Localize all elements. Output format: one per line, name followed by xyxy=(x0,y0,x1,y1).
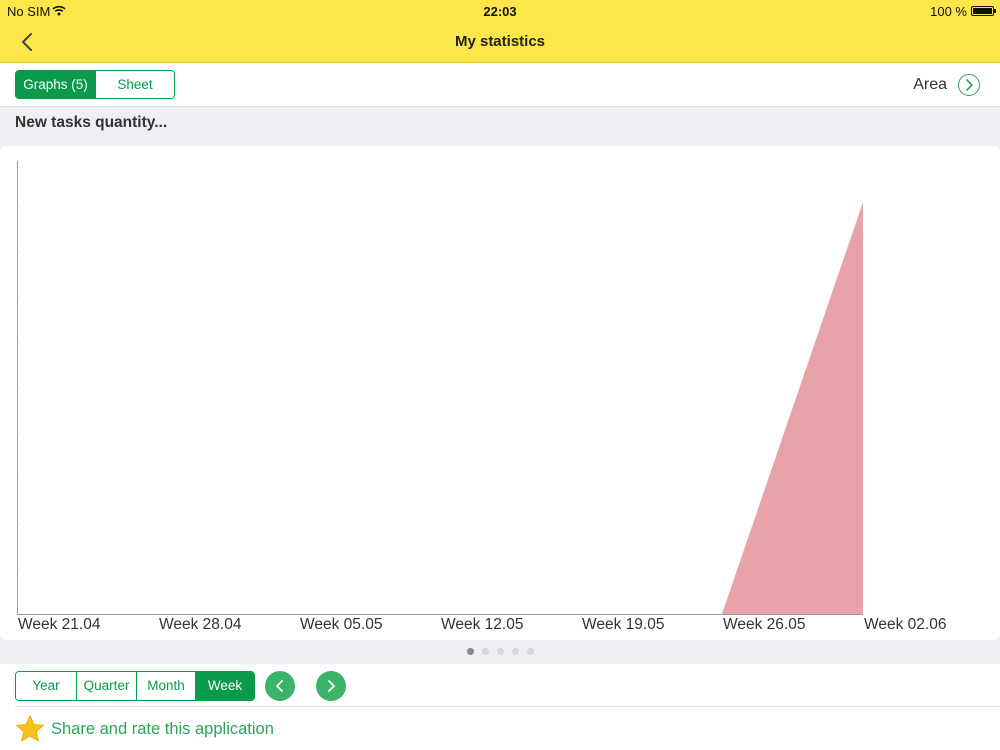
tab-sheet[interactable]: Sheet xyxy=(95,71,174,98)
chevron-right-icon xyxy=(328,680,335,692)
tab-graphs[interactable]: Graphs (5) xyxy=(16,71,95,98)
chart-type-next-button[interactable] xyxy=(958,74,980,96)
battery-icon xyxy=(971,6,996,16)
x-tick-label: Week 21.04 xyxy=(18,616,101,633)
chevron-right-icon xyxy=(965,78,973,91)
navigation-bar: My statistics xyxy=(0,22,1000,63)
page-dot[interactable] xyxy=(511,648,519,655)
area-chart: Week 21.04 Week 28.04 Week 05.05 Week 12.05… xyxy=(17,160,946,633)
x-tick-label: Week 05.05 xyxy=(300,616,382,633)
bottom-panel: Year Quarter Month Week Share and rate t… xyxy=(0,664,1000,750)
previous-period-button[interactable] xyxy=(265,671,295,701)
share-rate-row[interactable]: Share and rate this application xyxy=(15,714,274,744)
page-dot[interactable] xyxy=(496,648,504,655)
battery-percent: 100 % xyxy=(930,4,967,19)
x-tick-label: Week 26.05 xyxy=(723,616,805,633)
page-title: My statistics xyxy=(454,33,546,50)
page-dot[interactable] xyxy=(526,648,534,655)
x-tick-label: Week 19.05 xyxy=(582,616,664,633)
share-rate-label: Share and rate this application xyxy=(51,719,274,738)
star-icon xyxy=(16,715,44,742)
chart-card: Week 21.04 Week 28.04 Week 05.05 Week 12.05… xyxy=(0,146,1000,640)
period-quarter[interactable]: Quarter xyxy=(76,672,136,700)
divider xyxy=(15,706,1000,707)
page-dot[interactable] xyxy=(466,648,474,655)
view-toolbar: Graphs (5) Sheet Area xyxy=(0,63,1000,107)
chart-type-label: Area xyxy=(913,76,947,93)
period-month[interactable]: Month xyxy=(136,672,195,700)
period-segmented-control: Year Quarter Month Week xyxy=(15,671,255,701)
x-tick-label: Week 02.06 xyxy=(864,616,946,633)
next-period-button[interactable] xyxy=(316,671,346,701)
period-week[interactable]: Week xyxy=(195,672,254,700)
x-tick-label: Week 28.04 xyxy=(159,616,242,633)
page-dot[interactable] xyxy=(481,648,489,655)
chevron-left-icon xyxy=(276,680,283,692)
chart-section-title: New tasks quantity... xyxy=(15,114,168,131)
back-chevron-icon[interactable] xyxy=(17,31,39,53)
page-indicator xyxy=(0,648,1000,655)
period-year[interactable]: Year xyxy=(16,672,76,700)
status-time: 22:03 xyxy=(483,4,517,19)
status-bar: No SIM 22:03 100 % xyxy=(0,0,1000,22)
x-tick-label: Week 12.05 xyxy=(441,616,523,633)
area-series-1 xyxy=(17,202,863,614)
view-segmented-control: Graphs (5) Sheet xyxy=(15,70,175,99)
